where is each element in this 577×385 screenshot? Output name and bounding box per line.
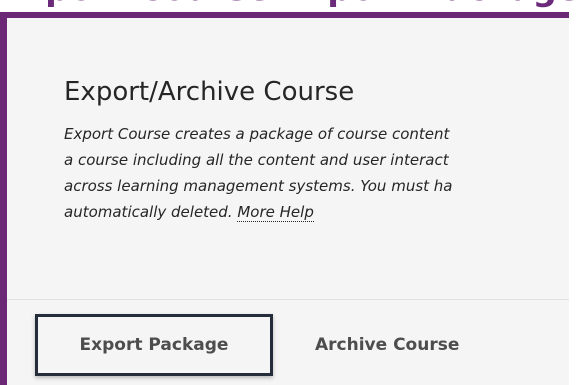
highlight-frame: Export/Archive Course Export Course crea… <box>0 12 577 385</box>
top-cropped-heading-strip: Export Course Export Package <box>0 0 577 12</box>
description-line-4: automatically deleted. More Help <box>64 199 569 225</box>
tab-archive-course[interactable]: Archive Course <box>290 314 510 376</box>
tab-export-package-label: Export Package <box>79 335 229 355</box>
description-line-4-text: automatically deleted. <box>64 203 233 221</box>
tab-export-package[interactable]: Export Package <box>35 314 273 376</box>
description-line-3: across learning management systems. You … <box>64 177 453 195</box>
description-line-1: Export Course creates a package of cours… <box>64 125 450 143</box>
tabs-divider <box>7 299 569 300</box>
more-help-link[interactable]: More Help <box>237 203 314 222</box>
page-title: Export/Archive Course <box>64 77 355 107</box>
right-page-gutter <box>569 12 577 385</box>
tab-archive-course-label: Archive Course <box>315 335 460 355</box>
export-archive-panel: Export/Archive Course Export Course crea… <box>7 18 569 385</box>
page-description: Export Course creates a package of cours… <box>64 121 569 225</box>
cropped-heading-text: Export Course Export Package <box>0 0 577 8</box>
description-line-2: a course including all the content and u… <box>64 151 449 169</box>
